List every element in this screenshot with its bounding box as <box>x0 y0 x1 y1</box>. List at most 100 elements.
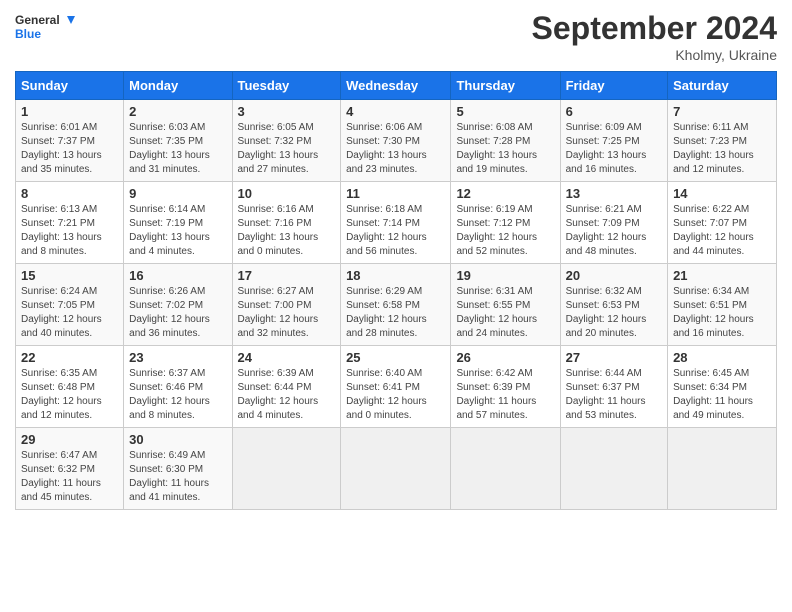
day-info: Sunrise: 6:31 AM Sunset: 6:55 PM Dayligh… <box>456 285 554 341</box>
day-info: Sunrise: 6:06 AM Sunset: 7:30 PM Dayligh… <box>346 121 445 177</box>
table-row: 24 Sunrise: 6:39 AM Sunset: 6:44 PM Dayli… <box>232 346 341 428</box>
location-subtitle: Kholmy, Ukraine <box>532 47 777 63</box>
table-row: 28 Sunrise: 6:45 AM Sunset: 6:34 PM Dayli… <box>668 346 777 428</box>
day-info: Sunrise: 6:44 AM Sunset: 6:37 PM Dayligh… <box>566 367 662 423</box>
day-number: 5 <box>456 104 554 119</box>
table-row: 8Sunrise: 6:13 AM Sunset: 7:21 PM Daylig… <box>16 182 124 264</box>
day-info: Sunrise: 6:01 AM Sunset: 7:37 PM Dayligh… <box>21 121 118 177</box>
day-info: Sunrise: 6:22 AM Sunset: 7:07 PM Dayligh… <box>673 203 771 259</box>
day-number: 10 <box>238 186 336 201</box>
day-info: Sunrise: 6:35 AM Sunset: 6:48 PM Dayligh… <box>21 367 118 423</box>
day-number: 6 <box>566 104 662 119</box>
day-info: Sunrise: 6:19 AM Sunset: 7:12 PM Dayligh… <box>456 203 554 259</box>
table-row: 17Sunrise: 6:27 AM Sunset: 7:00 PM Dayli… <box>232 264 341 346</box>
day-number: 12 <box>456 186 554 201</box>
month-title: September 2024 <box>532 10 777 47</box>
day-number: 21 <box>673 268 771 283</box>
table-row: 5 Sunrise: 6:08 AM Sunset: 7:28 PM Daylig… <box>451 100 560 182</box>
svg-text:Blue: Blue <box>15 27 41 41</box>
calendar-week-5: 29Sunrise: 6:47 AM Sunset: 6:32 PM Dayli… <box>16 428 777 510</box>
table-row: 22 Sunrise: 6:35 AM Sunset: 6:48 PM Dayli… <box>16 346 124 428</box>
day-number: 13 <box>566 186 662 201</box>
day-info: Sunrise: 6:42 AM Sunset: 6:39 PM Dayligh… <box>456 367 554 423</box>
table-row: 25Sunrise: 6:40 AM Sunset: 6:41 PM Dayli… <box>341 346 451 428</box>
day-number: 11 <box>346 186 445 201</box>
calendar-week-3: 15 Sunrise: 6:24 AM Sunset: 7:05 PM Dayli… <box>16 264 777 346</box>
table-row: 9Sunrise: 6:14 AM Sunset: 7:19 PM Daylig… <box>124 182 232 264</box>
day-number: 19 <box>456 268 554 283</box>
table-row <box>341 428 451 510</box>
table-row: 10 Sunrise: 6:16 AM Sunset: 7:16 PM Dayli… <box>232 182 341 264</box>
table-row: 21 Sunrise: 6:34 AM Sunset: 6:51 PM Dayli… <box>668 264 777 346</box>
day-number: 4 <box>346 104 445 119</box>
day-number: 28 <box>673 350 771 365</box>
day-number: 1 <box>21 104 118 119</box>
table-row <box>232 428 341 510</box>
calendar-week-2: 8Sunrise: 6:13 AM Sunset: 7:21 PM Daylig… <box>16 182 777 264</box>
table-row: 6 Sunrise: 6:09 AM Sunset: 7:25 PM Daylig… <box>560 100 667 182</box>
day-info: Sunrise: 6:16 AM Sunset: 7:16 PM Dayligh… <box>238 203 336 259</box>
col-thursday: Thursday <box>451 72 560 100</box>
day-number: 15 <box>21 268 118 283</box>
table-row: 30Sunrise: 6:49 AM Sunset: 6:30 PM Dayli… <box>124 428 232 510</box>
calendar-week-4: 22 Sunrise: 6:35 AM Sunset: 6:48 PM Dayli… <box>16 346 777 428</box>
day-info: Sunrise: 6:09 AM Sunset: 7:25 PM Dayligh… <box>566 121 662 177</box>
day-number: 16 <box>129 268 226 283</box>
calendar-header-row: Sunday Monday Tuesday Wednesday Thursday… <box>16 72 777 100</box>
table-row: 11 Sunrise: 6:18 AM Sunset: 7:14 PM Dayli… <box>341 182 451 264</box>
day-info: Sunrise: 6:21 AM Sunset: 7:09 PM Dayligh… <box>566 203 662 259</box>
header-row: General Blue September 2024 Kholmy, Ukra… <box>15 10 777 63</box>
table-row: 1 Sunrise: 6:01 AM Sunset: 7:37 PM Daylig… <box>16 100 124 182</box>
table-row: 13 Sunrise: 6:21 AM Sunset: 7:09 PM Dayli… <box>560 182 667 264</box>
day-number: 24 <box>238 350 336 365</box>
col-friday: Friday <box>560 72 667 100</box>
table-row: 7 Sunrise: 6:11 AM Sunset: 7:23 PM Daylig… <box>668 100 777 182</box>
table-row: 14 Sunrise: 6:22 AM Sunset: 7:07 PM Dayli… <box>668 182 777 264</box>
day-number: 25 <box>346 350 445 365</box>
svg-text:General: General <box>15 13 60 27</box>
table-row: 26Sunrise: 6:42 AM Sunset: 6:39 PM Dayli… <box>451 346 560 428</box>
table-row: 3Sunrise: 6:05 AM Sunset: 7:32 PM Daylig… <box>232 100 341 182</box>
day-info: Sunrise: 6:08 AM Sunset: 7:28 PM Dayligh… <box>456 121 554 177</box>
day-info: Sunrise: 6:47 AM Sunset: 6:32 PM Dayligh… <box>21 449 118 505</box>
day-number: 14 <box>673 186 771 201</box>
table-row: 15 Sunrise: 6:24 AM Sunset: 7:05 PM Dayli… <box>16 264 124 346</box>
logo: General Blue <box>15 10 75 45</box>
table-row <box>668 428 777 510</box>
day-number: 20 <box>566 268 662 283</box>
day-info: Sunrise: 6:32 AM Sunset: 6:53 PM Dayligh… <box>566 285 662 341</box>
table-row: 12 Sunrise: 6:19 AM Sunset: 7:12 PM Dayli… <box>451 182 560 264</box>
col-saturday: Saturday <box>668 72 777 100</box>
day-info: Sunrise: 6:26 AM Sunset: 7:02 PM Dayligh… <box>129 285 226 341</box>
day-number: 17 <box>238 268 336 283</box>
day-info: Sunrise: 6:45 AM Sunset: 6:34 PM Dayligh… <box>673 367 771 423</box>
day-info: Sunrise: 6:05 AM Sunset: 7:32 PM Dayligh… <box>238 121 336 177</box>
col-sunday: Sunday <box>16 72 124 100</box>
calendar-table: Sunday Monday Tuesday Wednesday Thursday… <box>15 71 777 510</box>
day-number: 18 <box>346 268 445 283</box>
table-row: 2 Sunrise: 6:03 AM Sunset: 7:35 PM Daylig… <box>124 100 232 182</box>
page-container: General Blue September 2024 Kholmy, Ukra… <box>0 0 792 520</box>
day-info: Sunrise: 6:24 AM Sunset: 7:05 PM Dayligh… <box>21 285 118 341</box>
title-block: September 2024 Kholmy, Ukraine <box>532 10 777 63</box>
day-number: 2 <box>129 104 226 119</box>
day-info: Sunrise: 6:14 AM Sunset: 7:19 PM Dayligh… <box>129 203 226 259</box>
table-row: 19 Sunrise: 6:31 AM Sunset: 6:55 PM Dayli… <box>451 264 560 346</box>
day-info: Sunrise: 6:03 AM Sunset: 7:35 PM Dayligh… <box>129 121 226 177</box>
table-row: 29Sunrise: 6:47 AM Sunset: 6:32 PM Dayli… <box>16 428 124 510</box>
day-info: Sunrise: 6:34 AM Sunset: 6:51 PM Dayligh… <box>673 285 771 341</box>
day-number: 22 <box>21 350 118 365</box>
day-info: Sunrise: 6:37 AM Sunset: 6:46 PM Dayligh… <box>129 367 226 423</box>
day-info: Sunrise: 6:49 AM Sunset: 6:30 PM Dayligh… <box>129 449 226 505</box>
col-monday: Monday <box>124 72 232 100</box>
day-info: Sunrise: 6:11 AM Sunset: 7:23 PM Dayligh… <box>673 121 771 177</box>
table-row <box>451 428 560 510</box>
day-info: Sunrise: 6:29 AM Sunset: 6:58 PM Dayligh… <box>346 285 445 341</box>
table-row: 20 Sunrise: 6:32 AM Sunset: 6:53 PM Dayli… <box>560 264 667 346</box>
calendar-week-1: 1 Sunrise: 6:01 AM Sunset: 7:37 PM Daylig… <box>16 100 777 182</box>
day-info: Sunrise: 6:18 AM Sunset: 7:14 PM Dayligh… <box>346 203 445 259</box>
day-number: 27 <box>566 350 662 365</box>
day-number: 7 <box>673 104 771 119</box>
day-info: Sunrise: 6:39 AM Sunset: 6:44 PM Dayligh… <box>238 367 336 423</box>
logo-svg: General Blue <box>15 10 75 45</box>
